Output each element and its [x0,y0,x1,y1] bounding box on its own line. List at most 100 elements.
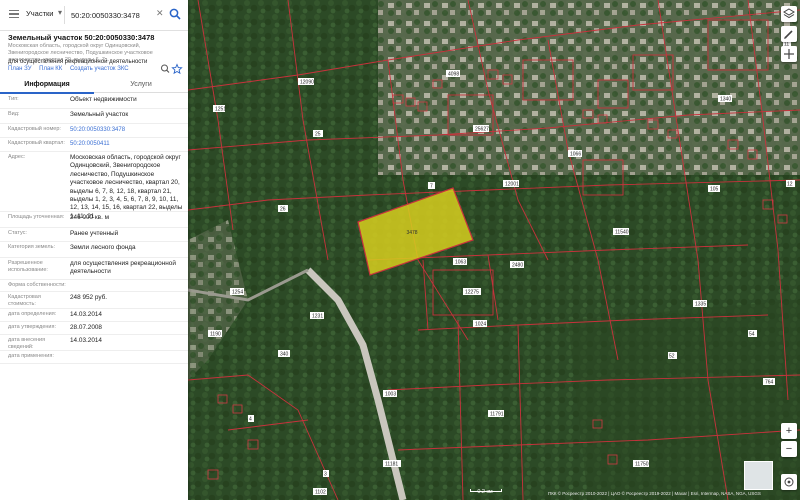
locate-button[interactable] [781,474,797,490]
parcel-label: 26 [278,205,288,213]
info-row-date-determined: дата определения: 14.03.2014 [0,308,188,322]
svg-text:4098: 4098 [448,72,459,78]
star-icon[interactable] [171,63,183,75]
scale-label: 0.2 км [477,489,493,495]
parcel-label: 1251 [213,105,226,113]
parcel-label: 11181 [383,460,401,468]
layer-select[interactable]: Участки ▾ [26,8,62,18]
parcel-label: 25627 [473,125,489,133]
info-label: Кадастровая стоимость: [8,294,41,307]
info-label: Статус: [8,230,27,236]
parcel-label: 11791 [488,410,504,418]
divider [64,6,65,24]
info-label: Вид: [8,111,20,117]
parcel-label: 12275 [463,288,481,296]
search-input[interactable] [71,8,153,22]
pencil-icon [784,30,793,39]
svg-text:1190: 1190 [210,332,221,338]
parcel-label: 1231 [310,312,324,320]
parcel-label: 3 [323,470,329,478]
info-label: Кадастровый квартал: [8,140,65,146]
locate-icon [784,477,794,487]
clear-search-icon[interactable]: ✕ [156,8,164,19]
parcel-label: 2480 [510,261,524,269]
tab-services[interactable]: Услуги [94,81,188,88]
parcel-label: 12090 [298,78,314,86]
parcel-label: 1254 [230,288,244,296]
svg-text:25: 25 [315,132,321,138]
tab-bar: Информация Услуги [0,78,188,94]
svg-text:54: 54 [749,332,755,338]
info-row-cadastral-number: Кадастровый номер: 50:20:0050330:3478 [0,123,188,138]
map-view[interactable]: 3478 12090 4098 1251 25627 12001 1063 25… [188,0,800,500]
info-value: 246 000 кв. м [70,214,110,221]
info-value: Земельный участок [70,111,129,118]
svg-text:1340: 1340 [720,97,731,103]
svg-text:1066: 1066 [570,152,581,158]
info-row-date-applied: дата применения: [0,350,188,364]
info-label: Категория земель: [8,244,56,250]
info-label: Площадь уточненная: [8,214,65,220]
info-value: Объект недвижимости [70,96,137,103]
layers-icon [783,8,795,19]
info-row-status: Статус: Ранее учтенный [0,227,188,242]
cadastral-quarter-link[interactable]: 50:20:0050411 [70,140,184,148]
info-value: для осуществления рекреационной деятельн… [70,260,176,276]
parcel-label: 340 [278,350,290,358]
search-icon[interactable] [161,64,170,73]
search-icon[interactable] [169,8,181,20]
zoom-in-button[interactable]: + [781,423,797,439]
zoom-out-button[interactable]: − [781,441,797,457]
svg-text:11540: 11540 [615,230,629,236]
svg-text:1024: 1024 [475,322,486,328]
info-row-cadastral-quarter: Кадастровый квартал: 50:20:0050411 [0,137,188,152]
svg-text:26: 26 [280,207,286,213]
info-value: 14.03.2014 [70,337,102,344]
minimap[interactable] [744,461,773,490]
info-label: дата определения: [8,311,57,317]
parcel-label: 1340 [718,95,732,103]
svg-text:340: 340 [280,352,289,358]
menu-icon[interactable] [9,10,19,18]
parcel-label: 7 [428,182,435,190]
parcel-usage: для осуществления рекреационной деятельн… [8,59,148,65]
map-canvas[interactable]: 3478 12090 4098 1251 25627 12001 1063 25… [188,0,800,500]
info-row-date-entered: дата внесения сведений: 14.03.2014 [0,334,188,351]
layers-button[interactable] [781,6,797,22]
svg-text:11750: 11750 [635,462,649,468]
parcel-label: 4098 [446,70,460,78]
cadastral-number-link[interactable]: 50:20:0050330:3478 [70,126,184,134]
svg-text:1063: 1063 [455,260,466,266]
info-label: дата внесения сведений: [8,337,46,350]
parcel-links: План ЗУ План КК Создать участок ЗКС [8,66,135,72]
svg-text:25627: 25627 [475,127,489,133]
info-label: дата применения: [8,353,54,359]
info-label: Кадастровый номер: [8,126,61,132]
info-panel: Участки ▾ ✕ Земельный участок 50:20:0050… [0,0,188,500]
plan-kk-link[interactable]: План КК [39,66,62,72]
scale-bar: 0.2 км [470,489,502,497]
svg-text:3: 3 [324,472,327,478]
info-row-cadastral-value: Кадастровая стоимость: 248 952 руб. [0,291,188,309]
parcel-label: 1102 [313,488,327,496]
search-bar: Участки ▾ ✕ [0,0,188,31]
layer-select-label: Участки [26,9,54,18]
svg-text:11791: 11791 [490,412,504,418]
svg-text:11181: 11181 [385,462,398,468]
svg-text:1335: 1335 [695,302,706,308]
parcel-label: 52 [668,352,677,360]
info-label: Форма собственности: [8,282,66,288]
plan-zu-link[interactable]: План ЗУ [8,66,32,72]
parcel-label: 1063 [453,258,467,266]
parcel-label: 1335 [693,300,707,308]
create-parcel-link[interactable]: Создать участок ЗКС [70,66,129,72]
selected-parcel-label: 3478 [406,230,417,236]
info-value: 248 952 руб. [70,294,108,301]
svg-text:12: 12 [787,182,793,188]
parcel-label: 11750 [633,460,649,468]
parcel-label: 12001 [503,180,519,188]
info-label: Разрешенное использование: [8,260,48,273]
edit-button[interactable] [781,26,797,42]
move-button[interactable] [781,46,797,62]
parcel-title: Земельный участок 50:20:0050330:3478 [8,33,155,42]
